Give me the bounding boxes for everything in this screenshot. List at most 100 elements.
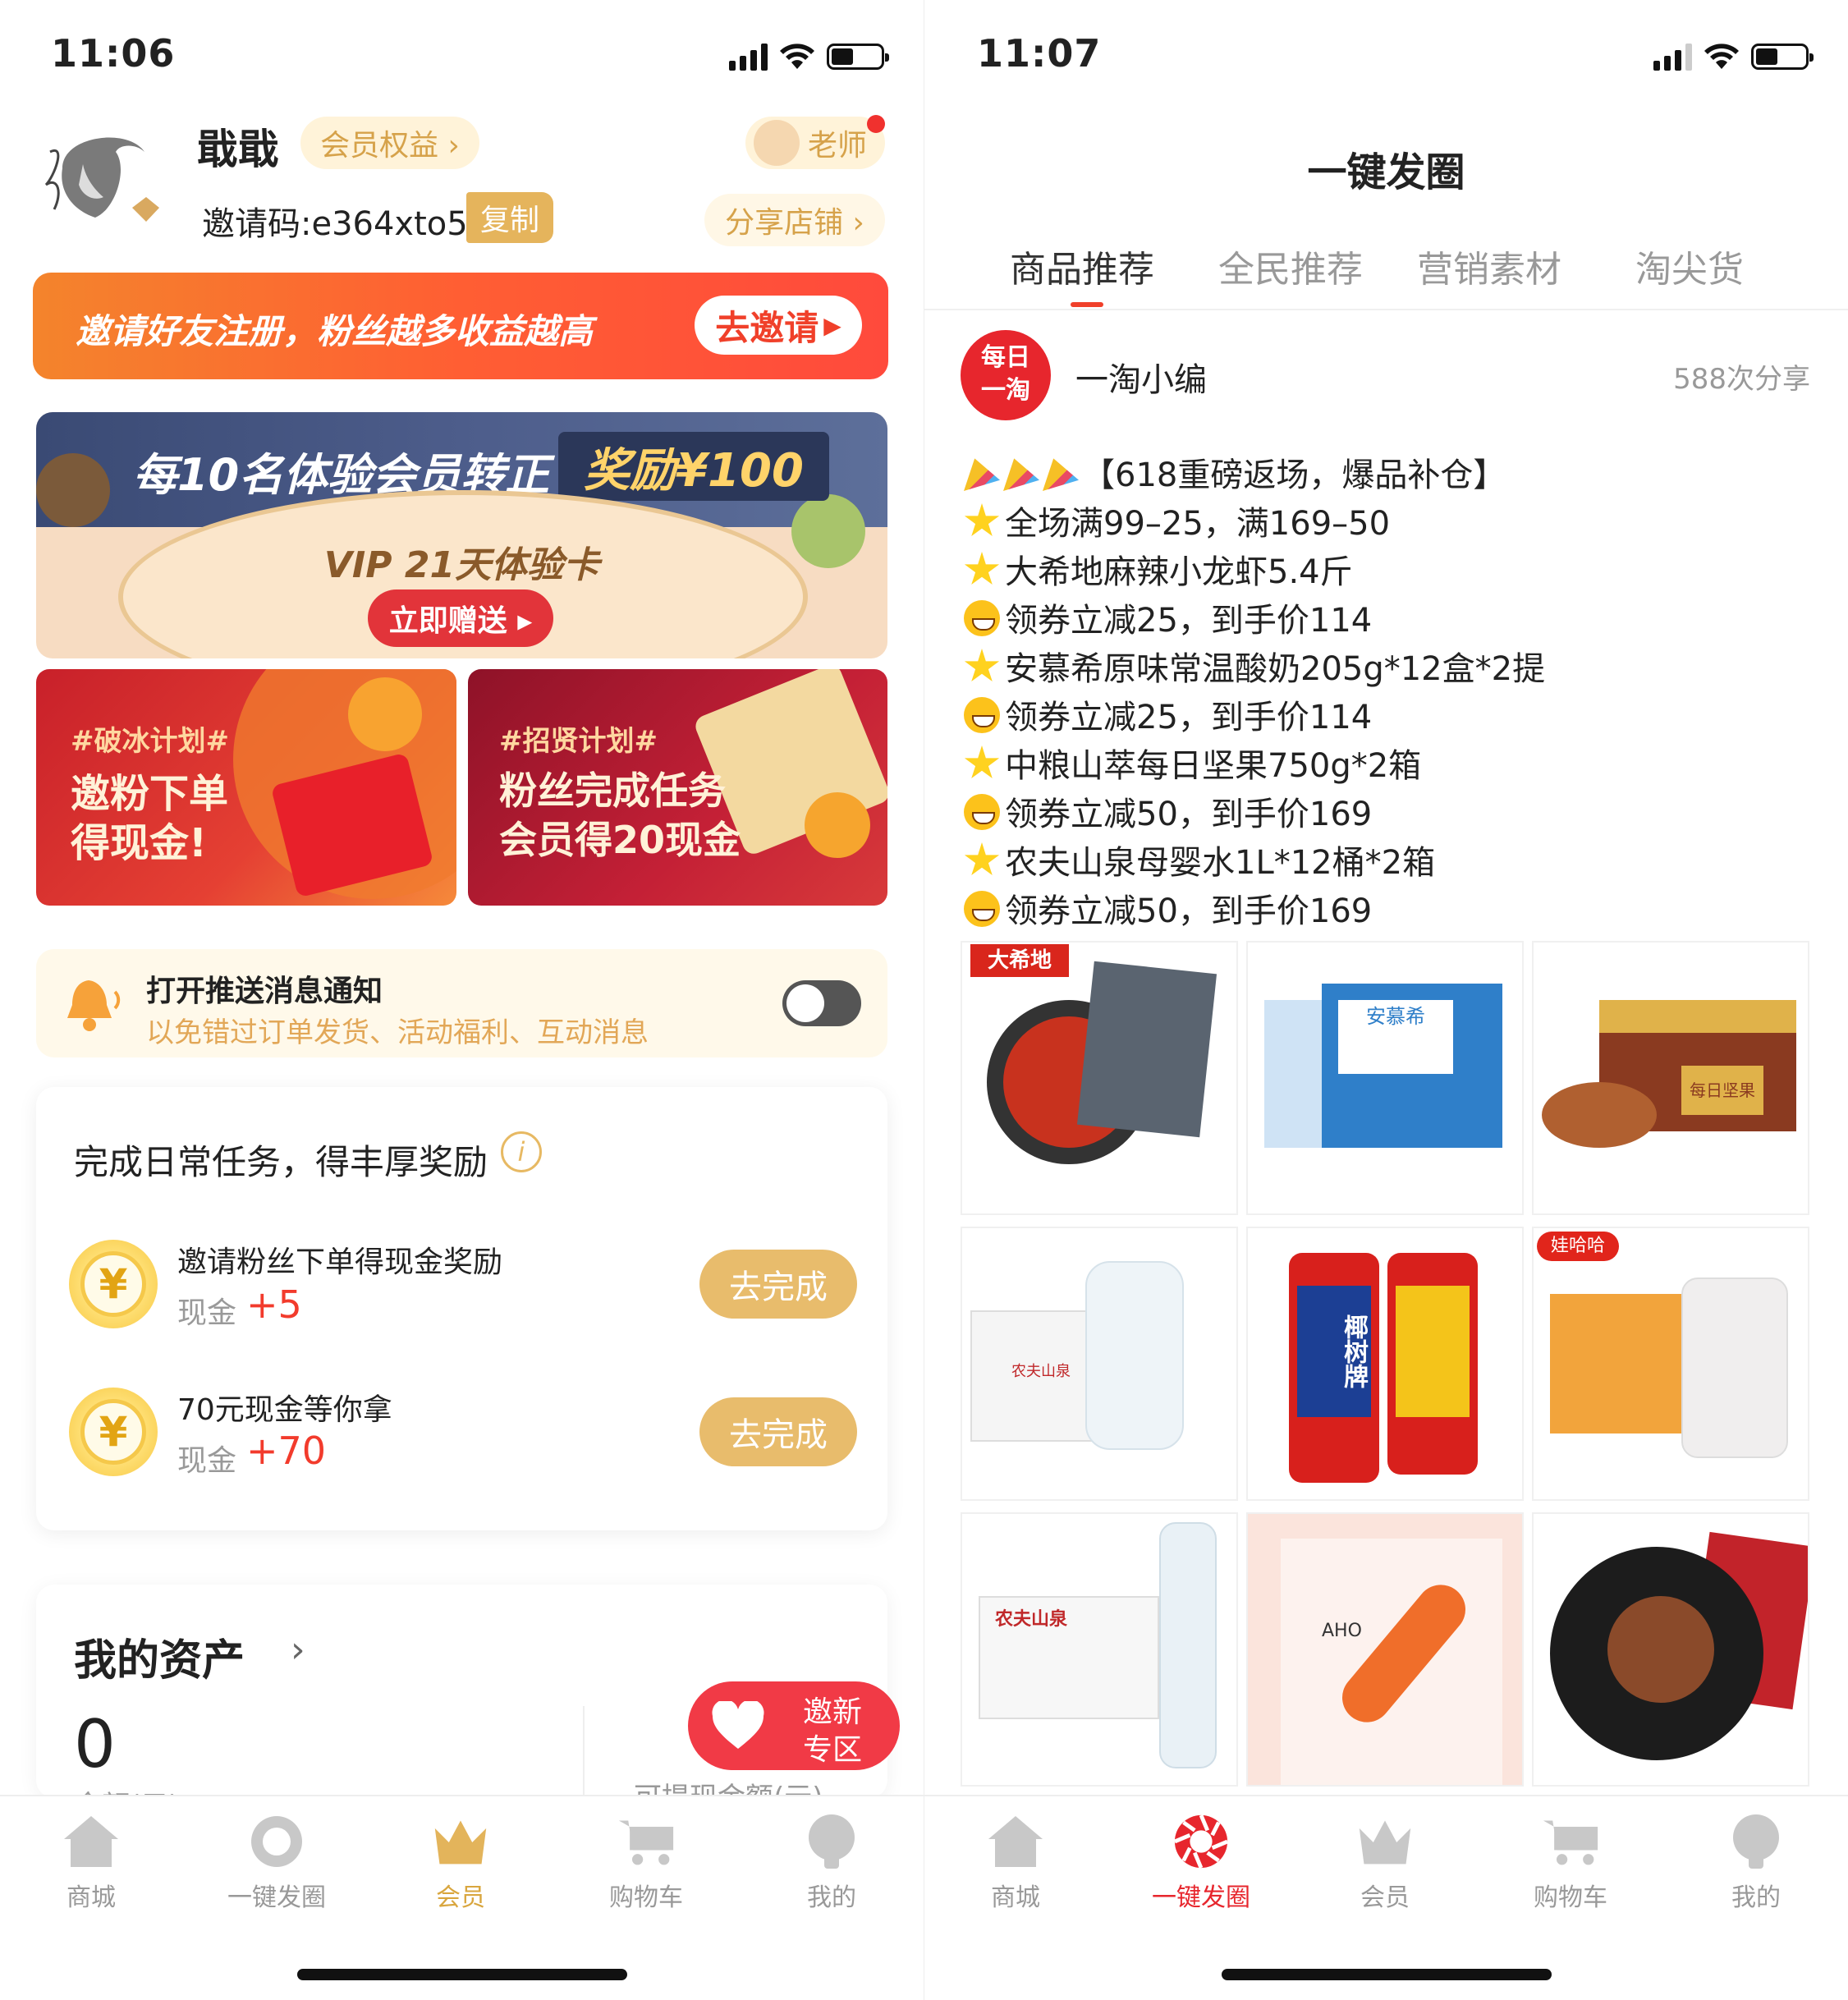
assets-title: 我的资产	[74, 1636, 245, 1686]
invite-zone-float-button[interactable]: 邀新 专区	[688, 1681, 900, 1770]
tab-label: 会员	[436, 1883, 485, 1912]
bell-icon	[67, 980, 121, 1031]
product-brand-label: 椰树牌	[1297, 1286, 1371, 1417]
product-image-spring-water[interactable]: 农夫山泉	[961, 1512, 1238, 1787]
member-screen: 11:06 戢戢 会员权益 › 老师 邀请码:e364xto5 复制 分享店铺 …	[0, 0, 924, 2000]
tab-one-click-post[interactable]: 一键发圈	[215, 1813, 338, 1913]
active-tab-indicator	[1071, 302, 1103, 307]
tab-mine[interactable]: 我的	[1694, 1813, 1818, 1913]
share-count: 588次分享	[1673, 363, 1810, 396]
promo-tag: #破冰计划#	[71, 725, 229, 758]
float-line2: 专区	[803, 1733, 863, 1767]
status-time: 11:06	[51, 31, 176, 76]
tab-public-recommend[interactable]: 全民推荐	[1218, 240, 1363, 292]
promo-line2: 得现金!	[71, 820, 207, 866]
promo-card-recruit[interactable]: #招贤计划# 粉丝完成任务 会员得20现金	[468, 669, 887, 906]
product-image-coconut-juice[interactable]: 椰树牌	[1246, 1227, 1524, 1501]
chevron-right-icon: ›	[291, 1629, 305, 1671]
star-icon	[964, 842, 1000, 876]
crown-icon	[1356, 1813, 1414, 1870]
task-reward-label: 现金	[177, 1296, 237, 1330]
home-indicator	[297, 1969, 627, 1980]
tab-member[interactable]: 会员	[1323, 1813, 1447, 1913]
product-brand-label: 安慕希	[1338, 1000, 1453, 1074]
task-complete-button[interactable]: 去完成	[699, 1250, 857, 1319]
teacher-button[interactable]: 老师	[745, 115, 885, 169]
invite-code: 邀请码:e364xto5	[202, 205, 468, 243]
info-icon[interactable]: i	[501, 1131, 542, 1172]
product-image-crayfish[interactable]: 大希地	[961, 941, 1238, 1215]
crown-icon	[432, 1813, 489, 1870]
heart-icon	[712, 1701, 764, 1749]
task-reward-value: +5	[246, 1282, 302, 1327]
post-line-text: 领券立减50，到手价169	[1005, 892, 1373, 930]
product-brand-label: 每日坚果	[1681, 1066, 1763, 1115]
product-graphic	[1076, 961, 1217, 1138]
gift-now-button[interactable]: 立即赠送 ▸	[368, 589, 553, 647]
product-image-nuts[interactable]: 每日坚果	[1532, 941, 1809, 1215]
product-image-essence[interactable]: AHO	[1246, 1512, 1524, 1787]
product-graphic	[1599, 1000, 1796, 1033]
post-line-text: 安慕希原味常温酸奶205g*12盒*2提	[1005, 650, 1546, 688]
status-icons	[729, 43, 889, 71]
product-graphic	[1681, 1278, 1788, 1458]
home-icon	[987, 1813, 1044, 1870]
smile-icon	[964, 600, 1000, 636]
avatar[interactable]	[38, 119, 161, 234]
post-line: 领券立减25，到手价114	[964, 690, 1372, 738]
aperture-icon	[248, 1813, 305, 1870]
promo-tag: #招贤计划#	[499, 725, 658, 758]
tab-mall[interactable]: 商城	[954, 1813, 1077, 1913]
asset-divider	[583, 1706, 585, 1796]
push-title: 打开推送消息通知	[146, 975, 383, 1008]
float-line1: 邀新	[803, 1695, 863, 1729]
tab-cart[interactable]: 购物车	[585, 1813, 708, 1913]
tab-mine[interactable]: 我的	[770, 1813, 893, 1913]
task-reward-value: +70	[246, 1429, 327, 1473]
star-icon	[964, 649, 1000, 682]
tab-mall[interactable]: 商城	[30, 1813, 153, 1913]
copy-button[interactable]: 复制	[466, 192, 553, 243]
member-rights-button[interactable]: 会员权益 ›	[300, 117, 479, 169]
post-line-text: 中粮山萃每日坚果750g*2箱	[1005, 747, 1422, 785]
product-image-baby-water[interactable]: 农夫山泉	[961, 1227, 1238, 1501]
invite-banner[interactable]: 邀请好友注册，粉丝越多收益越高 去邀请 ▶	[33, 273, 888, 379]
one-click-post-screen: 11:07 一键发圈 商品推荐 全民推荐 营销素材 淘尖货 每日一淘 一淘小编 …	[924, 0, 1848, 2000]
tab-label: 一键发圈	[227, 1883, 326, 1912]
product-image-yogurt[interactable]: 安慕希	[1246, 941, 1524, 1215]
post-line-text: 领券立减50，到手价169	[1005, 796, 1373, 833]
yuan-coin-icon: ¥	[69, 1240, 158, 1328]
home-indicator	[1222, 1969, 1552, 1980]
post-line: 农夫山泉母婴水1L*12桶*2箱	[964, 836, 1435, 883]
vip-trial-banner[interactable]: 每10名体验会员转正 奖励¥100 VIP 21天体验卡 立即赠送 ▸	[36, 412, 887, 658]
product-image-congee[interactable]: 娃哈哈	[1532, 1227, 1809, 1501]
cart-icon	[617, 1813, 675, 1870]
tab-product-recommend[interactable]: 商品推荐	[1010, 240, 1154, 292]
tab-taojianhuo[interactable]: 淘尖货	[1635, 240, 1744, 292]
share-shop-button[interactable]: 分享店铺 ›	[704, 194, 885, 246]
promo-card-icebreak[interactable]: #破冰计划# 邀粉下单 得现金!	[36, 669, 456, 906]
tab-member[interactable]: 会员	[399, 1813, 522, 1913]
cart-icon	[1542, 1813, 1599, 1870]
battery-icon	[1751, 44, 1814, 70]
task-reward-label: 现金	[177, 1444, 237, 1478]
tab-cart[interactable]: 购物车	[1509, 1813, 1632, 1913]
task-title: 邀请粉丝下单得现金奖励	[177, 1245, 503, 1279]
task-complete-button[interactable]: 去完成	[699, 1397, 857, 1466]
tab-one-click-post[interactable]: 一键发圈	[1140, 1813, 1263, 1913]
teacher-avatar-icon	[754, 120, 800, 166]
push-toggle[interactable]	[782, 980, 861, 1026]
post-line: 【618重磅返场，爆品补仓】	[964, 448, 1506, 496]
author-avatar[interactable]: 每日一淘	[961, 330, 1051, 420]
smile-icon	[964, 891, 1000, 927]
yuan-coin-icon: ¥	[69, 1388, 158, 1476]
party-popper-icon	[964, 456, 1082, 494]
go-invite-button[interactable]: 去邀请 ▶	[695, 296, 862, 355]
post-line-text: 领券立减25，到手价114	[1005, 699, 1373, 736]
smile-icon	[964, 794, 1000, 830]
product-brand-label: 农夫山泉	[995, 1609, 1068, 1630]
signal-icon	[729, 43, 768, 71]
tab-marketing-material[interactable]: 营销素材	[1417, 240, 1561, 292]
product-image-steak[interactable]	[1532, 1512, 1809, 1787]
battery-icon	[827, 44, 889, 70]
